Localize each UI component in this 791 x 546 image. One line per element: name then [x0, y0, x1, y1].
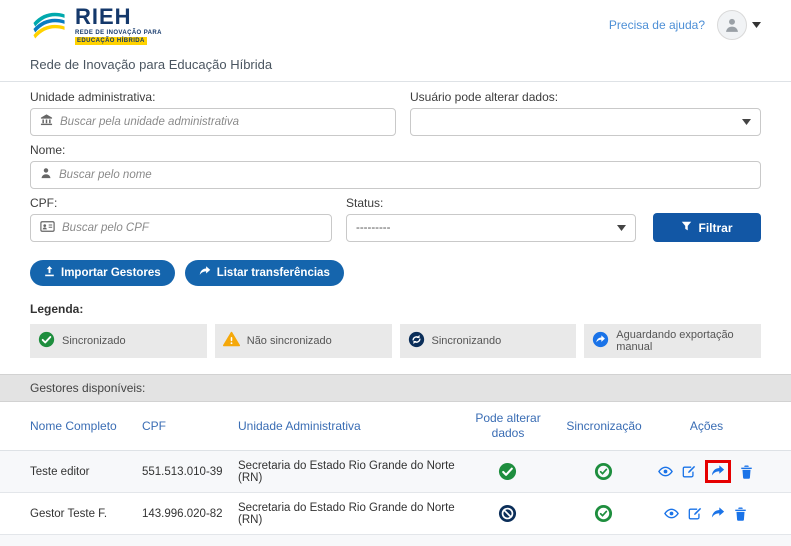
- filter-form: Unidade administrativa: Usuário pode alt…: [0, 82, 791, 242]
- cpf-label: CPF:: [30, 196, 58, 210]
- person-icon: [40, 166, 52, 184]
- warning-triangle-icon: [222, 331, 240, 351]
- sincronizacao-status-icon: [556, 504, 656, 523]
- edit-button[interactable]: [688, 507, 702, 521]
- app-logo: RIEH REDE DE INOVAÇÃO PARA EDUCAÇÃO HÍBR…: [30, 3, 162, 45]
- person-icon: [726, 18, 738, 32]
- cell-cpf: 551.513.010-39: [142, 465, 223, 478]
- sync-ok-ring-icon: [594, 462, 612, 481]
- logo-tagline-2: EDUCAÇÃO HÍBRIDA: [75, 36, 147, 45]
- nome-input[interactable]: [59, 169, 751, 181]
- cpf-input-wrap: [30, 214, 332, 242]
- cpf-input[interactable]: [62, 222, 322, 234]
- view-button[interactable]: [658, 464, 673, 479]
- edit-pencil-icon: [682, 465, 696, 477]
- page-subtitle: Rede de Inovação para Educação Híbrida: [30, 57, 273, 72]
- transfer-arrow-icon: [711, 507, 725, 518]
- cell-unidade: Secretaria do Estado Rio Grande do Norte…: [238, 501, 455, 526]
- sincronizacao-status-icon: [556, 462, 656, 481]
- usuario-pode-alterar-select[interactable]: [410, 108, 761, 136]
- unidade-input-wrap: [30, 108, 396, 136]
- filter-funnel-icon: [681, 221, 692, 235]
- logo-title: RIEH: [75, 3, 132, 29]
- user-avatar[interactable]: [717, 10, 747, 40]
- upload-icon: [44, 266, 55, 280]
- delete-button[interactable]: [734, 507, 747, 521]
- col-nome-completo: Nome Completo: [30, 418, 117, 433]
- user-menu[interactable]: [717, 10, 761, 40]
- col-pode-alterar-dados: Pode alterar dados: [475, 411, 541, 440]
- logo-tagline-1: REDE DE INOVAÇÃO PARA: [75, 29, 162, 36]
- table-title: Gestores disponíveis:: [0, 375, 791, 402]
- legend-item-nao-sincronizado: Não sincronizado: [214, 324, 392, 358]
- cell-cpf: 143.996.020-82: [142, 507, 223, 520]
- listar-transferencias-button[interactable]: Listar transferências: [184, 260, 344, 286]
- transfer-arrow-icon: [199, 266, 211, 280]
- eye-icon: [658, 466, 673, 477]
- blocked-circle-icon: [498, 504, 516, 523]
- usuario-pode-alterar-label: Usuário pode alterar dados:: [410, 90, 559, 104]
- app-header: RIEH REDE DE INOVAÇÃO PARA EDUCAÇÃO HÍBR…: [0, 0, 791, 50]
- id-card-icon: [40, 219, 55, 237]
- legend-title: Legenda:: [30, 302, 84, 316]
- col-sincronizacao: Sincronização: [566, 418, 642, 433]
- building-icon: [40, 113, 53, 131]
- eye-icon: [664, 508, 679, 519]
- cell-nome: Gestor Teste F.: [30, 507, 108, 520]
- status-select[interactable]: ---------: [346, 214, 636, 242]
- col-cpf: CPF: [142, 418, 166, 433]
- table-header-row: Nome Completo CPF Unidade Administrativa…: [0, 402, 791, 451]
- transfer-button[interactable]: [711, 507, 725, 520]
- help-link[interactable]: Precisa de ajuda?: [609, 18, 705, 32]
- gestores-table: Gestores disponíveis: Nome Completo CPF …: [0, 374, 791, 546]
- transfer-button[interactable]: [711, 465, 725, 478]
- legend-item-sincronizado: Sincronizado: [30, 324, 207, 358]
- check-circle-icon: [38, 331, 55, 351]
- importar-gestores-button[interactable]: Importar Gestores: [30, 260, 175, 286]
- toolbar: Importar Gestores Listar transferências: [0, 242, 791, 286]
- delete-button[interactable]: [740, 465, 753, 479]
- unidade-input[interactable]: [60, 116, 386, 128]
- sync-ok-ring-icon: [594, 504, 612, 523]
- chevron-down-icon: [742, 119, 751, 125]
- sync-circle-icon: [408, 331, 425, 351]
- legend-item-aguardando-exportacao: Aguardando exportação manual: [584, 324, 761, 358]
- cell-unidade: Secretaria do Estado Rio Grande do Norte…: [238, 459, 455, 484]
- status-label: Status:: [346, 196, 384, 210]
- view-button[interactable]: [664, 506, 679, 521]
- table-row: Gestor Teste F. 143.996.020-82 Secretari…: [0, 493, 791, 535]
- trash-icon: [741, 465, 752, 479]
- export-circle-icon: [592, 331, 609, 351]
- cell-nome: Teste editor: [30, 465, 90, 478]
- legend: Legenda: Sincronizado Não sincronizado S…: [0, 286, 791, 358]
- rieh-logo-icon: [30, 7, 68, 44]
- user-menu-caret-icon: [752, 22, 761, 28]
- trash-icon: [735, 507, 746, 521]
- unidade-label: Unidade administrativa:: [30, 90, 156, 104]
- check-circle-icon: [498, 462, 516, 481]
- filtrar-button[interactable]: Filtrar: [653, 213, 761, 242]
- pode-alterar-status-icon: [464, 504, 556, 523]
- status-value: ---------: [356, 222, 391, 234]
- table-row: Gestor Augusto 460.977.390-28 Secretaria…: [0, 535, 791, 546]
- edit-button[interactable]: [682, 465, 696, 479]
- chevron-down-icon: [617, 225, 626, 231]
- legend-item-sincronizando: Sincronizando: [399, 324, 577, 358]
- nome-input-wrap: [30, 161, 761, 189]
- nome-label: Nome:: [30, 143, 66, 157]
- transfer-highlight-box: [705, 460, 731, 483]
- pode-alterar-status-icon: [464, 462, 556, 481]
- transfer-arrow-icon: [711, 465, 725, 476]
- col-acoes: Ações: [689, 418, 724, 433]
- col-unidade-administrativa: Unidade Administrativa: [238, 418, 361, 433]
- table-row: Teste editor 551.513.010-39 Secretaria d…: [0, 451, 791, 493]
- edit-pencil-icon: [688, 507, 702, 519]
